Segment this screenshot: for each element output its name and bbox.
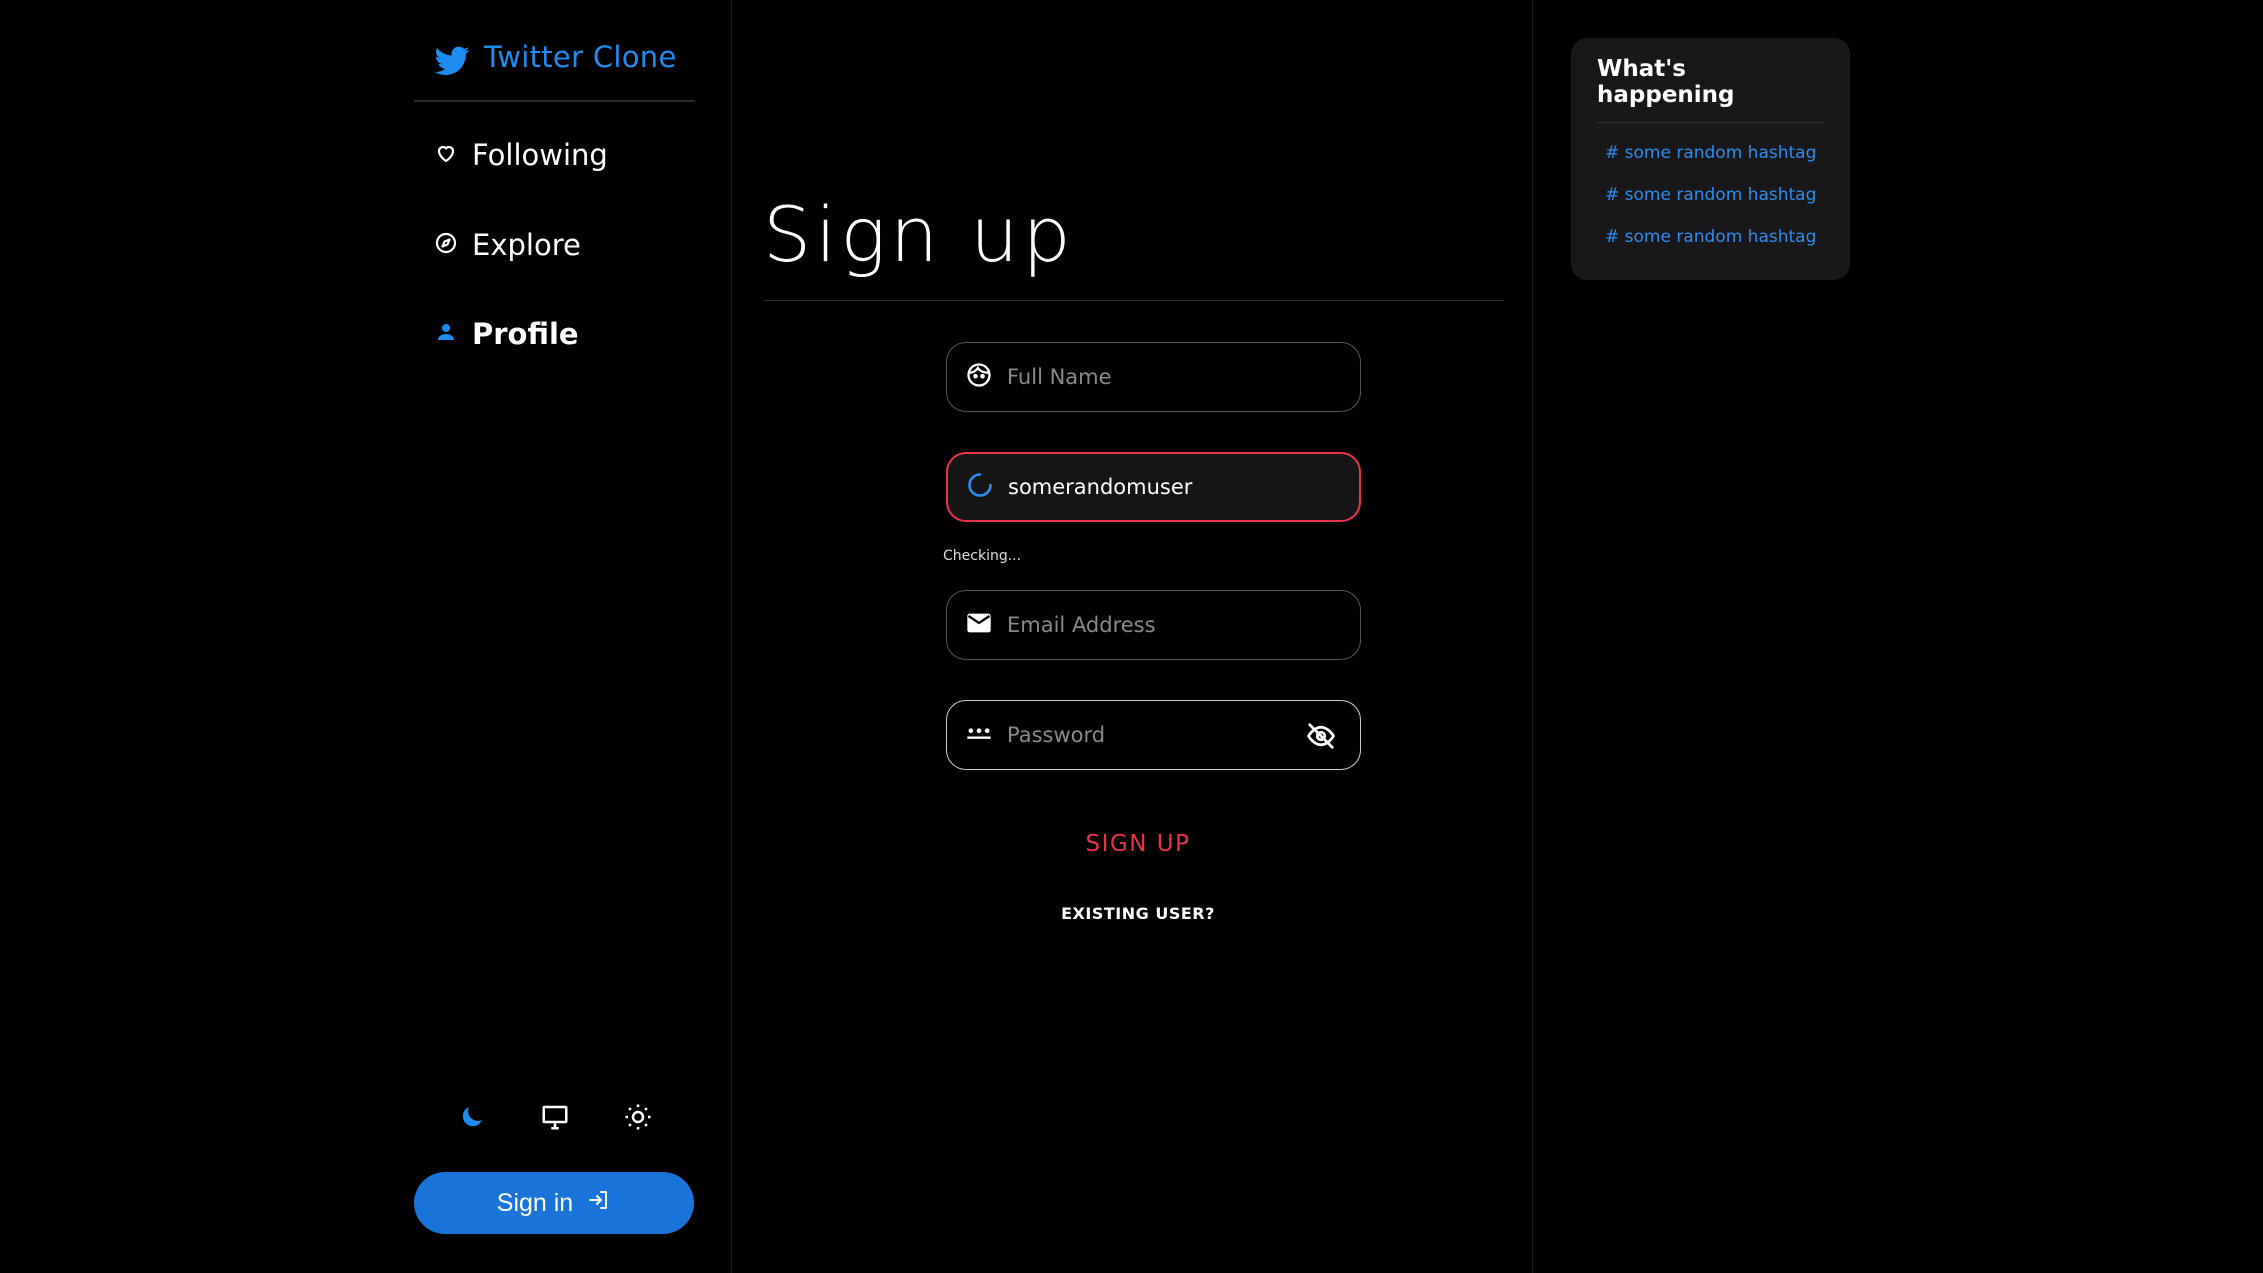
full-name-field[interactable]	[946, 342, 1361, 412]
nav-label-profile: Profile	[472, 317, 579, 351]
username-status: Checking...	[943, 548, 1022, 564]
compass-icon	[434, 228, 458, 262]
password-dots-icon	[965, 719, 993, 751]
theme-switcher	[455, 1100, 655, 1134]
left-sidebar: Twitter Clone Following Explore Profile	[0, 0, 732, 1273]
eye-off-icon[interactable]	[1306, 721, 1336, 751]
nav-item-profile[interactable]: Profile	[434, 317, 579, 351]
username-field[interactable]	[946, 452, 1361, 522]
divider	[763, 300, 1503, 301]
mail-icon	[965, 609, 993, 641]
monitor-icon[interactable]	[538, 1100, 572, 1134]
nav-label-explore: Explore	[472, 228, 581, 262]
brand-title: Twitter Clone	[484, 40, 677, 74]
trends-title: What's happening	[1597, 56, 1824, 123]
main-content: Sign up Checking...	[733, 0, 1533, 1273]
person-icon	[434, 317, 458, 351]
sun-icon[interactable]	[621, 1100, 655, 1134]
login-icon	[587, 1188, 611, 1219]
trend-item[interactable]: # some random hashtag	[1605, 185, 1824, 205]
existing-user-link[interactable]: EXISTING USER?	[1053, 904, 1223, 923]
moon-icon[interactable]	[455, 1100, 489, 1134]
email-input[interactable]	[1007, 613, 1287, 637]
nav-item-following[interactable]: Following	[434, 138, 608, 172]
trends-panel: What's happening # some random hashtag #…	[1571, 38, 1850, 280]
heart-icon	[434, 138, 458, 172]
app-root: Twitter Clone Following Explore Profile	[0, 0, 2263, 1273]
sign-in-label: Sign in	[496, 1188, 574, 1217]
password-field[interactable]	[946, 700, 1361, 770]
trend-item[interactable]: # some random hashtag	[1605, 227, 1824, 247]
nav-item-explore[interactable]: Explore	[434, 228, 581, 262]
page-title: Sign up	[763, 190, 1075, 279]
full-name-input[interactable]	[1007, 365, 1287, 389]
trend-item[interactable]: # some random hashtag	[1605, 143, 1824, 163]
face-icon	[965, 361, 993, 393]
sign-in-button[interactable]: Sign in	[414, 1172, 694, 1234]
bird-logo-icon	[432, 40, 472, 84]
spinner-icon	[966, 471, 994, 503]
sign-up-button[interactable]: SIGN UP	[1063, 824, 1213, 864]
brand[interactable]: Twitter Clone	[414, 26, 695, 102]
email-field[interactable]	[946, 590, 1361, 660]
username-input[interactable]	[1008, 475, 1288, 499]
password-input[interactable]	[1007, 723, 1287, 747]
nav-label-following: Following	[472, 138, 608, 172]
